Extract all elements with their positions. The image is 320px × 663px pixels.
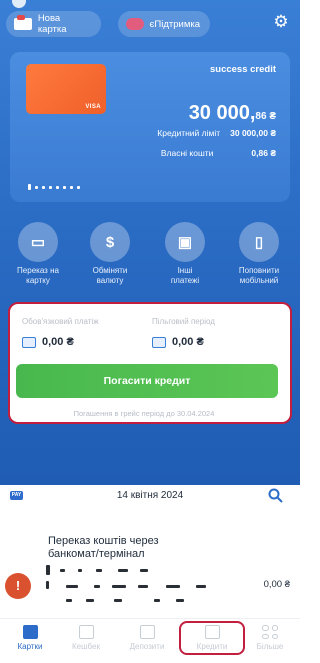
masked-card-number <box>28 184 80 190</box>
new-card-button[interactable]: Нова картка <box>6 11 101 37</box>
mobile-icon: ▯ <box>239 222 279 262</box>
tab-more[interactable]: Більше <box>240 625 300 651</box>
search-icon[interactable] <box>268 488 283 503</box>
quick-actions: ▭ Переказ на картку $ Обміняти валюту ▣ … <box>0 222 300 285</box>
mandatory-payment-amount: 0,00 ₴ <box>42 336 74 348</box>
tab-label: Більше <box>256 642 284 651</box>
balance-main: 30 000, <box>188 102 256 124</box>
bottom-tab-bar: Картки Кешбек Депозити Кредити Більше <box>0 618 300 663</box>
action-top-up-mobile[interactable]: ▯ Поповнити мобільний <box>224 222 294 286</box>
support-label: єПідтримка <box>149 18 200 30</box>
alert-icon[interactable]: ! <box>5 573 31 599</box>
support-button[interactable]: єПідтримка <box>118 11 210 37</box>
balance-fraction: 86 ₴ <box>255 111 276 122</box>
cards-icon <box>22 625 38 639</box>
tab-label: Картки <box>17 642 43 651</box>
card-product-label: success credit <box>209 64 276 75</box>
repay-credit-button[interactable]: Погасити кредит <box>16 364 278 398</box>
action-other-payments[interactable]: ▣ Інші платежі <box>150 222 220 286</box>
card-transfer-icon: ▭ <box>18 222 58 262</box>
own-funds-row: Власні кошти 0,86 ₴ <box>161 148 276 158</box>
feed-date: 14 квітня 2024 <box>116 490 184 501</box>
tab-cashback[interactable]: Кешбек <box>56 625 116 651</box>
gear-icon[interactable]: ⚙ <box>272 13 290 31</box>
transaction-title[interactable]: Переказ коштів через банкомат/термінал <box>48 535 198 561</box>
action-label: Інші платежі <box>170 266 200 285</box>
cashback-icon <box>78 625 94 639</box>
card-summary[interactable]: VISA success credit 30 000,86 ₴ Кредитни… <box>10 52 290 202</box>
action-label: Переказ на картку <box>17 266 59 285</box>
credit-limit-value: 30 000,00 ₴ <box>230 128 276 138</box>
transactions-feed: PAY 14 квітня 2024 Переказ коштів через … <box>0 485 300 619</box>
support-icon <box>126 18 144 30</box>
tab-label: Кредити <box>196 642 228 651</box>
credits-icon <box>204 625 220 639</box>
deposits-icon <box>139 625 155 639</box>
transaction-amount: 0,00 ₴ <box>263 579 290 590</box>
own-funds-label: Власні кошти <box>160 148 214 158</box>
tab-label: Депозити <box>129 642 165 651</box>
tab-label: Кешбек <box>72 642 100 651</box>
new-card-label: Нова картка <box>37 13 67 35</box>
action-label: Поповнити мобільний <box>238 266 280 285</box>
grace-period-amount: 0,00 ₴ <box>172 336 204 348</box>
credit-panel: Обов'язковий платіж 0,00 ₴ Пільговий пер… <box>8 302 292 424</box>
grace-period-value: 0,00 ₴ <box>152 336 204 348</box>
card-brand: VISA <box>85 104 101 110</box>
wallet-icon <box>22 336 36 348</box>
action-currency-exchange[interactable]: $ Обміняти валюту <box>75 222 145 286</box>
payments-icon: ▣ <box>165 222 205 262</box>
action-label: Обміняти валюту <box>92 266 128 285</box>
grace-period-note: Погашення в грейс період до 30.04.2024 <box>73 409 215 418</box>
card-balance: 30 000,86 ₴ <box>189 102 276 125</box>
mandatory-payment-value: 0,00 ₴ <box>22 336 74 348</box>
own-funds-value: 0,86 ₴ <box>251 148 276 158</box>
action-card-transfer[interactable]: ▭ Переказ на картку <box>3 222 73 286</box>
card-image[interactable]: VISA <box>26 64 106 114</box>
credit-limit-label: Кредитний ліміт <box>157 128 221 138</box>
tab-deposits[interactable]: Депозити <box>117 625 177 651</box>
tab-credits[interactable]: Кредити <box>179 621 245 655</box>
tab-cards[interactable]: Картки <box>0 625 60 651</box>
grace-period-label: Пільговий період <box>152 317 215 326</box>
more-icon <box>262 625 278 639</box>
new-card-icon <box>14 15 32 30</box>
masked-transaction-details <box>46 565 236 605</box>
mandatory-payment-label: Обов'язковий платіж <box>22 317 99 326</box>
credit-limit-row: Кредитний ліміт 30 000,00 ₴ <box>157 128 276 138</box>
calendar-icon <box>152 336 166 348</box>
currency-exchange-icon: $ <box>90 222 130 262</box>
